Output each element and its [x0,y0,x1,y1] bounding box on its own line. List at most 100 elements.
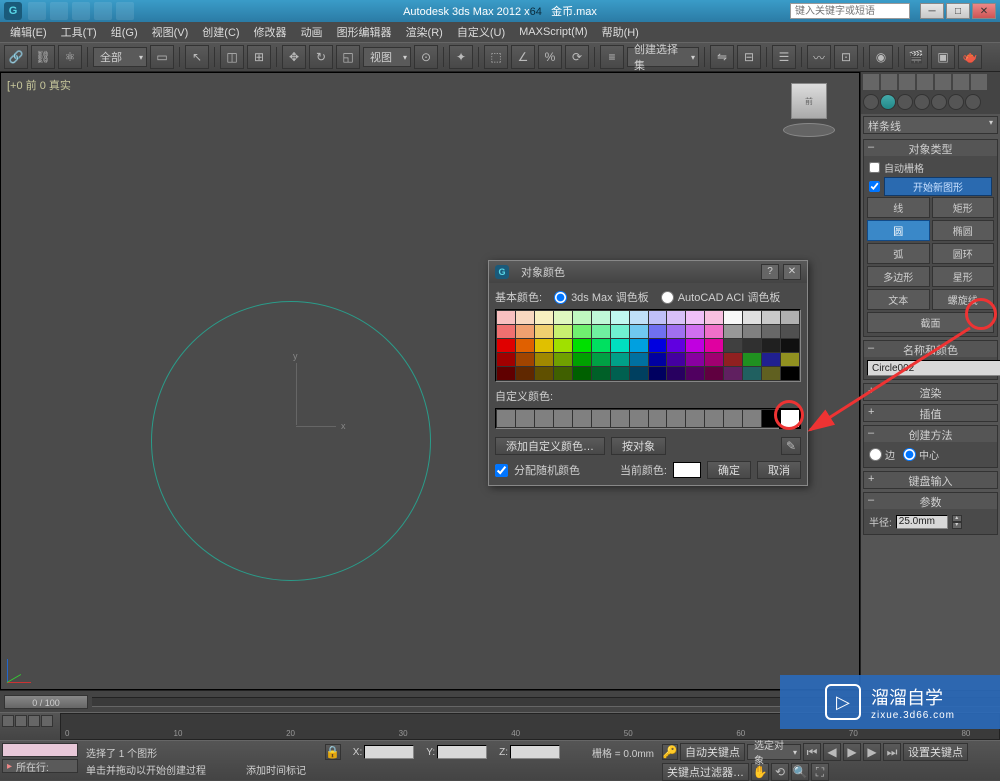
color-swatch[interactable] [611,353,629,366]
start-new-shape-checkbox[interactable] [869,181,880,192]
color-swatch[interactable] [630,339,648,352]
named-sel-icon[interactable]: ≡ [600,45,624,69]
menu-graph-editors[interactable]: 图形编辑器 [331,22,398,42]
color-swatch[interactable] [686,353,704,366]
viewport-label[interactable]: [+0 前 0 真实 [7,77,71,93]
color-swatch[interactable] [516,325,534,338]
color-swatch[interactable] [762,353,780,366]
time-slider[interactable]: 0 / 100 [4,695,88,709]
play-icon[interactable]: ▶ [843,743,861,761]
dialog-close-button[interactable]: ✕ [783,264,801,280]
radio-edge[interactable]: 边 [869,447,895,462]
current-color-swatch[interactable] [673,462,701,478]
color-swatch[interactable] [535,367,553,380]
rollout-header[interactable]: 名称和颜色 [864,341,997,357]
start-new-shape-button[interactable]: 开始新图形 [884,177,992,196]
qat-redo-icon[interactable] [116,2,134,20]
menu-tools[interactable]: 工具(T) [55,22,103,42]
named-sel-dropdown[interactable]: 创建选择集 [627,47,699,67]
by-object-button[interactable]: 按对象 [611,437,666,455]
color-swatch[interactable] [724,311,742,324]
color-swatch[interactable] [743,353,761,366]
obj-btn-5[interactable]: 圆环 [932,243,995,264]
link-icon[interactable]: 🔗 [4,45,28,69]
key-icon[interactable]: 🔑 [662,744,678,760]
custom-swatch[interactable] [743,410,761,427]
color-swatch[interactable] [724,339,742,352]
select-object-icon[interactable]: ↖ [185,45,209,69]
color-swatch[interactable] [592,367,610,380]
obj-btn-1[interactable]: 矩形 [932,197,995,218]
spinner-snap-icon[interactable]: ⟳ [565,45,589,69]
color-swatch[interactable] [705,339,723,352]
color-swatch[interactable] [611,367,629,380]
rollout-header[interactable]: 对象类型 [864,140,997,156]
custom-swatch[interactable] [535,410,553,427]
color-swatch[interactable] [497,339,515,352]
color-swatch[interactable] [667,311,685,324]
transform-y-input[interactable] [437,745,487,759]
lock-icon[interactable] [881,74,897,90]
menu-animation[interactable]: 动画 [295,22,329,42]
color-swatch[interactable] [630,325,648,338]
select-icon[interactable]: ▭ [150,45,174,69]
lock-selection-icon[interactable]: 🔒 [325,744,341,760]
color-swatch[interactable] [686,325,704,338]
obj-btn-2[interactable]: 圆 [867,220,930,241]
color-swatch[interactable] [649,311,667,324]
menu-customize[interactable]: 自定义(U) [451,22,511,42]
radio-3dsmax-palette[interactable]: 3ds Max 调色板 [554,289,649,305]
obj-btn-7[interactable]: 星形 [932,266,995,287]
menu-create[interactable]: 创建(C) [196,22,245,42]
color-swatch[interactable] [667,325,685,338]
add-time-tag-label[interactable]: 添加时间标记 [246,762,306,777]
obj-btn-8[interactable]: 文本 [867,289,930,310]
light-icon[interactable] [863,74,879,90]
color-swatch[interactable] [516,367,534,380]
custom-swatch[interactable] [630,410,648,427]
manip-icon[interactable]: ✦ [449,45,473,69]
rotate-icon[interactable]: ↻ [309,45,333,69]
maximize-button[interactable]: □ [946,3,970,19]
custom-swatch[interactable] [649,410,667,427]
add-custom-color-button[interactable]: 添加自定义颜色… [495,437,605,455]
script-mini-listener[interactable] [2,743,78,757]
color-swatch[interactable] [724,367,742,380]
color-swatch[interactable] [554,367,572,380]
menu-help[interactable]: 帮助(H) [596,22,645,42]
color-swatch[interactable] [667,353,685,366]
color-swatch[interactable] [554,325,572,338]
play-prev-icon[interactable]: ◀ [823,743,841,761]
custom-swatch[interactable] [573,410,591,427]
color-swatch[interactable] [497,325,515,338]
color-swatch[interactable] [535,353,553,366]
basic-color-grid[interactable] [495,309,801,382]
radius-input[interactable] [896,515,948,529]
auto-grid-checkbox[interactable] [869,162,880,173]
rollout-header[interactable]: 插值 [864,405,997,421]
menu-edit[interactable]: 编辑(E) [4,22,53,42]
color-swatch[interactable] [781,311,799,324]
color-swatch[interactable] [592,353,610,366]
color-swatch[interactable] [781,339,799,352]
color-swatch[interactable] [762,339,780,352]
render-setup-icon[interactable]: 🎬 [904,45,928,69]
color-swatch[interactable] [516,311,534,324]
util5-icon[interactable] [971,74,987,90]
obj-btn-3[interactable]: 椭圆 [932,220,995,241]
color-swatch[interactable] [611,339,629,352]
menu-rendering[interactable]: 渲染(R) [400,22,449,42]
tab-systems[interactable] [965,94,981,110]
color-swatch[interactable] [649,339,667,352]
color-swatch[interactable] [724,353,742,366]
circle-object[interactable] [151,301,431,581]
color-swatch[interactable] [573,339,591,352]
snap-icon[interactable]: ⬚ [484,45,508,69]
color-swatch[interactable] [686,367,704,380]
dialog-help-button[interactable]: ? [761,264,779,280]
track-btn-icon[interactable] [28,715,40,727]
qat-save-icon[interactable] [72,2,90,20]
mirror-icon[interactable]: ⇋ [710,45,734,69]
color-swatch[interactable] [535,325,553,338]
color-swatch[interactable] [781,325,799,338]
